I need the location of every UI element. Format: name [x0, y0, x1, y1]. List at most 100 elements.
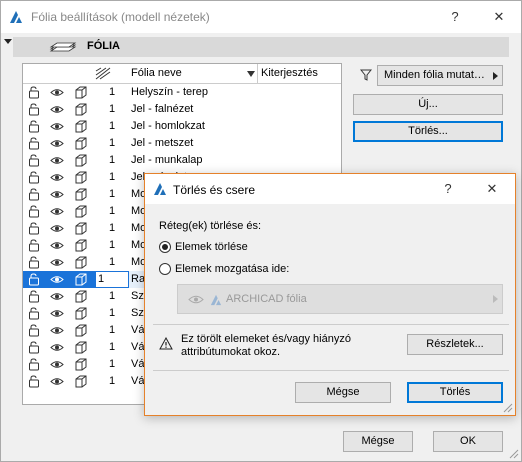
lock-icon[interactable]	[27, 273, 41, 286]
lock-icon[interactable]	[27, 205, 41, 218]
row-icons	[23, 220, 96, 237]
close-button[interactable]: ✕	[487, 7, 511, 27]
lock-icon[interactable]	[27, 137, 41, 150]
filter-dropdown[interactable]: Minden fólia mutat…	[377, 65, 503, 86]
layer-name: Jel - munkalap	[131, 154, 203, 166]
eye-icon[interactable]	[50, 154, 64, 167]
resize-grip-icon[interactable]	[503, 403, 513, 413]
dialog-close-button[interactable]: ✕	[480, 179, 504, 199]
row-icons	[23, 169, 96, 186]
wireframe-icon[interactable]	[74, 205, 88, 218]
wireframe-icon[interactable]	[74, 188, 88, 201]
delete-elements-radio[interactable]	[159, 241, 171, 253]
intersection-group: 1	[109, 324, 116, 336]
eye-icon[interactable]	[50, 375, 64, 388]
header-layer-name[interactable]: Fólia neve	[131, 67, 182, 79]
details-button[interactable]: Részletek...	[407, 334, 503, 355]
eye-icon[interactable]	[50, 290, 64, 303]
dialog-cancel-button[interactable]: Mégse	[295, 382, 391, 403]
eye-icon[interactable]	[50, 86, 64, 99]
eye-icon[interactable]	[50, 205, 64, 218]
warning-icon	[159, 337, 173, 350]
resize-grip-icon[interactable]	[509, 449, 519, 459]
eye-icon[interactable]	[50, 273, 64, 286]
wireframe-icon[interactable]	[74, 290, 88, 303]
move-elements-radio[interactable]	[159, 263, 171, 275]
wireframe-icon[interactable]	[74, 239, 88, 252]
new-layer-button[interactable]: Új...	[353, 94, 503, 115]
wireframe-icon[interactable]	[74, 222, 88, 235]
lock-icon[interactable]	[27, 358, 41, 371]
eye-icon[interactable]	[50, 103, 64, 116]
lock-icon[interactable]	[27, 86, 41, 99]
dialog-delete-button[interactable]: Törlés	[407, 382, 503, 403]
filter-dropdown-label: Minden fólia mutat…	[384, 69, 485, 81]
lock-icon[interactable]	[27, 290, 41, 303]
ok-button[interactable]: OK	[433, 431, 503, 452]
help-button[interactable]: ?	[443, 7, 467, 27]
lock-icon[interactable]	[27, 341, 41, 354]
wireframe-icon[interactable]	[74, 256, 88, 269]
lock-icon[interactable]	[27, 120, 41, 133]
delete-elements-label[interactable]: Elemek törlése	[175, 241, 248, 253]
intersection-group-input[interactable]: 1	[95, 271, 129, 288]
lock-icon[interactable]	[27, 103, 41, 116]
wireframe-icon[interactable]	[74, 154, 88, 167]
delete-layer-button[interactable]: Törlés...	[353, 121, 503, 142]
wireframe-icon[interactable]	[74, 375, 88, 388]
row-icons	[23, 288, 96, 305]
table-row[interactable]: 1 Jel - falnézet	[23, 101, 341, 118]
header-extension[interactable]: Kiterjesztés	[261, 67, 318, 79]
row-icons	[23, 186, 96, 203]
wireframe-icon[interactable]	[74, 358, 88, 371]
eye-icon[interactable]	[50, 188, 64, 201]
wireframe-icon[interactable]	[74, 137, 88, 150]
hatch-icon	[95, 67, 111, 80]
eye-icon[interactable]	[50, 358, 64, 371]
lock-icon[interactable]	[27, 154, 41, 167]
eye-icon[interactable]	[50, 239, 64, 252]
lock-icon[interactable]	[27, 256, 41, 269]
eye-icon[interactable]	[50, 341, 64, 354]
dialog-help-button[interactable]: ?	[436, 179, 460, 199]
table-row[interactable]: 1 Jel - munkalap	[23, 152, 341, 169]
row-icons	[23, 152, 96, 169]
table-row[interactable]: 1 Jel - homlokzat	[23, 118, 341, 135]
move-elements-label[interactable]: Elemek mozgatása ide:	[175, 263, 289, 275]
lock-icon[interactable]	[27, 222, 41, 235]
sort-arrow-icon[interactable]	[247, 71, 255, 77]
wireframe-icon[interactable]	[74, 171, 88, 184]
lock-icon[interactable]	[27, 171, 41, 184]
lock-icon[interactable]	[27, 188, 41, 201]
lock-icon[interactable]	[27, 239, 41, 252]
eye-icon[interactable]	[50, 256, 64, 269]
cancel-button[interactable]: Mégse	[343, 431, 413, 452]
eye-icon[interactable]	[50, 222, 64, 235]
warning-text-line2: attribútumokat okoz.	[181, 346, 281, 358]
wireframe-icon[interactable]	[74, 324, 88, 337]
wireframe-icon[interactable]	[74, 307, 88, 320]
table-row[interactable]: 1 Jel - metszet	[23, 135, 341, 152]
wireframe-icon[interactable]	[74, 341, 88, 354]
eye-icon[interactable]	[50, 120, 64, 133]
row-icons	[23, 356, 96, 373]
eye-icon[interactable]	[50, 137, 64, 150]
lock-icon[interactable]	[27, 324, 41, 337]
archicad-logo-icon	[10, 11, 22, 23]
eye-icon[interactable]	[50, 307, 64, 320]
table-row[interactable]: 1 Helyszín - terep	[23, 84, 341, 101]
intersection-group: 1	[109, 307, 116, 319]
wireframe-icon[interactable]	[74, 120, 88, 133]
eye-icon[interactable]	[50, 171, 64, 184]
row-icons	[23, 271, 96, 288]
wireframe-icon[interactable]	[74, 273, 88, 286]
wireframe-icon[interactable]	[74, 103, 88, 116]
wireframe-icon[interactable]	[74, 86, 88, 99]
eye-icon[interactable]	[50, 324, 64, 337]
collapse-triangle-icon[interactable]	[4, 39, 12, 44]
lock-icon[interactable]	[27, 375, 41, 388]
intersection-group: 1	[109, 239, 116, 251]
warning-text-line1: Ez törölt elemeket és/vagy hiányzó	[181, 333, 351, 345]
lock-icon[interactable]	[27, 307, 41, 320]
filter-icon	[360, 69, 372, 81]
